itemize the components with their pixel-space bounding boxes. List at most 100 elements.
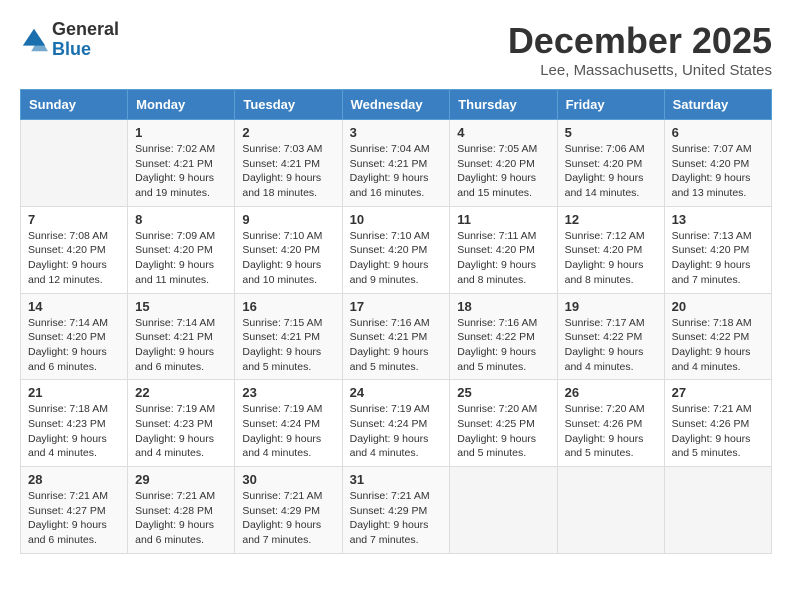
day-number: 13 (672, 212, 764, 227)
calendar-week-row: 14 Sunrise: 7:14 AM Sunset: 4:20 PM Dayli… (21, 293, 772, 380)
day-info: Sunrise: 7:17 AM Sunset: 4:22 PM Dayligh… (565, 316, 657, 375)
calendar-cell: 6 Sunrise: 7:07 AM Sunset: 4:20 PM Daylig… (664, 120, 771, 207)
day-number: 5 (565, 125, 657, 140)
calendar-table: SundayMondayTuesdayWednesdayThursdayFrid… (20, 89, 772, 554)
calendar-cell: 27Sunrise: 7:21 AM Sunset: 4:26 PM Dayli… (664, 380, 771, 467)
day-info: Sunrise: 7:21 AM Sunset: 4:26 PM Dayligh… (672, 402, 764, 461)
calendar-cell: 17 Sunrise: 7:16 AM Sunset: 4:21 PM Dayli… (342, 293, 450, 380)
day-number: 21 (28, 385, 120, 400)
day-header-wednesday: Wednesday (342, 90, 450, 120)
logo-blue-text: Blue (52, 39, 91, 59)
day-header-saturday: Saturday (664, 90, 771, 120)
calendar-week-row: 7Sunrise: 7:08 AM Sunset: 4:20 PM Daylig… (21, 206, 772, 293)
calendar-cell: 18 Sunrise: 7:16 AM Sunset: 4:22 PM Dayli… (450, 293, 557, 380)
calendar-week-row: 28 Sunrise: 7:21 AM Sunset: 4:27 PM Dayli… (21, 467, 772, 554)
calendar-cell: 11 Sunrise: 7:11 AM Sunset: 4:20 PM Dayli… (450, 206, 557, 293)
day-number: 6 (672, 125, 764, 140)
day-number: 11 (457, 212, 549, 227)
calendar-week-row: 21 Sunrise: 7:18 AM Sunset: 4:23 PM Dayli… (21, 380, 772, 467)
day-info: Sunrise: 7:21 AM Sunset: 4:29 PM Dayligh… (242, 489, 334, 548)
day-info: Sunrise: 7:14 AM Sunset: 4:20 PM Dayligh… (28, 316, 120, 375)
calendar-cell: 1 Sunrise: 7:02 AM Sunset: 4:21 PM Daylig… (128, 120, 235, 207)
day-info: Sunrise: 7:18 AM Sunset: 4:23 PM Dayligh… (28, 402, 120, 461)
calendar-cell: 4 Sunrise: 7:05 AM Sunset: 4:20 PM Daylig… (450, 120, 557, 207)
calendar-cell: 13 Sunrise: 7:13 AM Sunset: 4:20 PM Dayli… (664, 206, 771, 293)
day-info: Sunrise: 7:14 AM Sunset: 4:21 PM Dayligh… (135, 316, 227, 375)
day-info: Sunrise: 7:13 AM Sunset: 4:20 PM Dayligh… (672, 229, 764, 288)
logo: General Blue (20, 20, 119, 60)
page-header: General Blue December 2025 Lee, Massachu… (20, 20, 772, 79)
calendar-cell: 2 Sunrise: 7:03 AM Sunset: 4:21 PM Daylig… (235, 120, 342, 207)
day-header-thursday: Thursday (450, 90, 557, 120)
day-info: Sunrise: 7:16 AM Sunset: 4:22 PM Dayligh… (457, 316, 549, 375)
calendar-cell: 19 Sunrise: 7:17 AM Sunset: 4:22 PM Dayli… (557, 293, 664, 380)
calendar-cell: 12Sunrise: 7:12 AM Sunset: 4:20 PM Dayli… (557, 206, 664, 293)
calendar-cell: 30 Sunrise: 7:21 AM Sunset: 4:29 PM Dayli… (235, 467, 342, 554)
day-number: 4 (457, 125, 549, 140)
day-info: Sunrise: 7:21 AM Sunset: 4:29 PM Dayligh… (350, 489, 443, 548)
calendar-cell: 29Sunrise: 7:21 AM Sunset: 4:28 PM Dayli… (128, 467, 235, 554)
day-header-sunday: Sunday (21, 90, 128, 120)
day-number: 2 (242, 125, 334, 140)
calendar-week-row: 1 Sunrise: 7:02 AM Sunset: 4:21 PM Daylig… (21, 120, 772, 207)
day-number: 15 (135, 299, 227, 314)
title-block: December 2025 Lee, Massachusetts, United… (508, 20, 772, 79)
day-info: Sunrise: 7:09 AM Sunset: 4:20 PM Dayligh… (135, 229, 227, 288)
calendar-location: Lee, Massachusetts, United States (508, 62, 772, 79)
day-number: 28 (28, 472, 120, 487)
day-info: Sunrise: 7:07 AM Sunset: 4:20 PM Dayligh… (672, 142, 764, 201)
day-header-friday: Friday (557, 90, 664, 120)
day-info: Sunrise: 7:12 AM Sunset: 4:20 PM Dayligh… (565, 229, 657, 288)
day-number: 30 (242, 472, 334, 487)
day-number: 26 (565, 385, 657, 400)
day-info: Sunrise: 7:21 AM Sunset: 4:28 PM Dayligh… (135, 489, 227, 548)
calendar-cell: 8 Sunrise: 7:09 AM Sunset: 4:20 PM Daylig… (128, 206, 235, 293)
day-number: 22 (135, 385, 227, 400)
calendar-cell: 28 Sunrise: 7:21 AM Sunset: 4:27 PM Dayli… (21, 467, 128, 554)
day-header-tuesday: Tuesday (235, 90, 342, 120)
day-number: 19 (565, 299, 657, 314)
day-number: 8 (135, 212, 227, 227)
calendar-cell: 22 Sunrise: 7:19 AM Sunset: 4:23 PM Dayli… (128, 380, 235, 467)
day-info: Sunrise: 7:16 AM Sunset: 4:21 PM Dayligh… (350, 316, 443, 375)
calendar-cell: 10Sunrise: 7:10 AM Sunset: 4:20 PM Dayli… (342, 206, 450, 293)
day-info: Sunrise: 7:19 AM Sunset: 4:23 PM Dayligh… (135, 402, 227, 461)
day-info: Sunrise: 7:10 AM Sunset: 4:20 PM Dayligh… (350, 229, 443, 288)
day-info: Sunrise: 7:10 AM Sunset: 4:20 PM Dayligh… (242, 229, 334, 288)
day-header-monday: Monday (128, 90, 235, 120)
calendar-cell (450, 467, 557, 554)
calendar-cell: 24 Sunrise: 7:19 AM Sunset: 4:24 PM Dayli… (342, 380, 450, 467)
day-info: Sunrise: 7:21 AM Sunset: 4:27 PM Dayligh… (28, 489, 120, 548)
calendar-header-row: SundayMondayTuesdayWednesdayThursdayFrid… (21, 90, 772, 120)
day-number: 31 (350, 472, 443, 487)
day-info: Sunrise: 7:19 AM Sunset: 4:24 PM Dayligh… (350, 402, 443, 461)
calendar-cell: 20Sunrise: 7:18 AM Sunset: 4:22 PM Dayli… (664, 293, 771, 380)
calendar-cell (664, 467, 771, 554)
calendar-cell: 26Sunrise: 7:20 AM Sunset: 4:26 PM Dayli… (557, 380, 664, 467)
calendar-cell: 31 Sunrise: 7:21 AM Sunset: 4:29 PM Dayli… (342, 467, 450, 554)
calendar-cell: 7Sunrise: 7:08 AM Sunset: 4:20 PM Daylig… (21, 206, 128, 293)
calendar-cell: 5 Sunrise: 7:06 AM Sunset: 4:20 PM Daylig… (557, 120, 664, 207)
day-info: Sunrise: 7:02 AM Sunset: 4:21 PM Dayligh… (135, 142, 227, 201)
day-number: 14 (28, 299, 120, 314)
day-number: 18 (457, 299, 549, 314)
day-info: Sunrise: 7:05 AM Sunset: 4:20 PM Dayligh… (457, 142, 549, 201)
day-info: Sunrise: 7:03 AM Sunset: 4:21 PM Dayligh… (242, 142, 334, 201)
day-info: Sunrise: 7:11 AM Sunset: 4:20 PM Dayligh… (457, 229, 549, 288)
day-number: 7 (28, 212, 120, 227)
calendar-title: December 2025 (508, 20, 772, 62)
day-number: 16 (242, 299, 334, 314)
day-info: Sunrise: 7:06 AM Sunset: 4:20 PM Dayligh… (565, 142, 657, 201)
calendar-cell: 16 Sunrise: 7:15 AM Sunset: 4:21 PM Dayli… (235, 293, 342, 380)
day-number: 25 (457, 385, 549, 400)
day-number: 24 (350, 385, 443, 400)
calendar-cell (557, 467, 664, 554)
calendar-cell: 25Sunrise: 7:20 AM Sunset: 4:25 PM Dayli… (450, 380, 557, 467)
calendar-cell: 14 Sunrise: 7:14 AM Sunset: 4:20 PM Dayli… (21, 293, 128, 380)
calendar-cell: 3Sunrise: 7:04 AM Sunset: 4:21 PM Daylig… (342, 120, 450, 207)
calendar-cell: 23Sunrise: 7:19 AM Sunset: 4:24 PM Dayli… (235, 380, 342, 467)
day-number: 1 (135, 125, 227, 140)
day-number: 17 (350, 299, 443, 314)
day-info: Sunrise: 7:15 AM Sunset: 4:21 PM Dayligh… (242, 316, 334, 375)
day-info: Sunrise: 7:18 AM Sunset: 4:22 PM Dayligh… (672, 316, 764, 375)
